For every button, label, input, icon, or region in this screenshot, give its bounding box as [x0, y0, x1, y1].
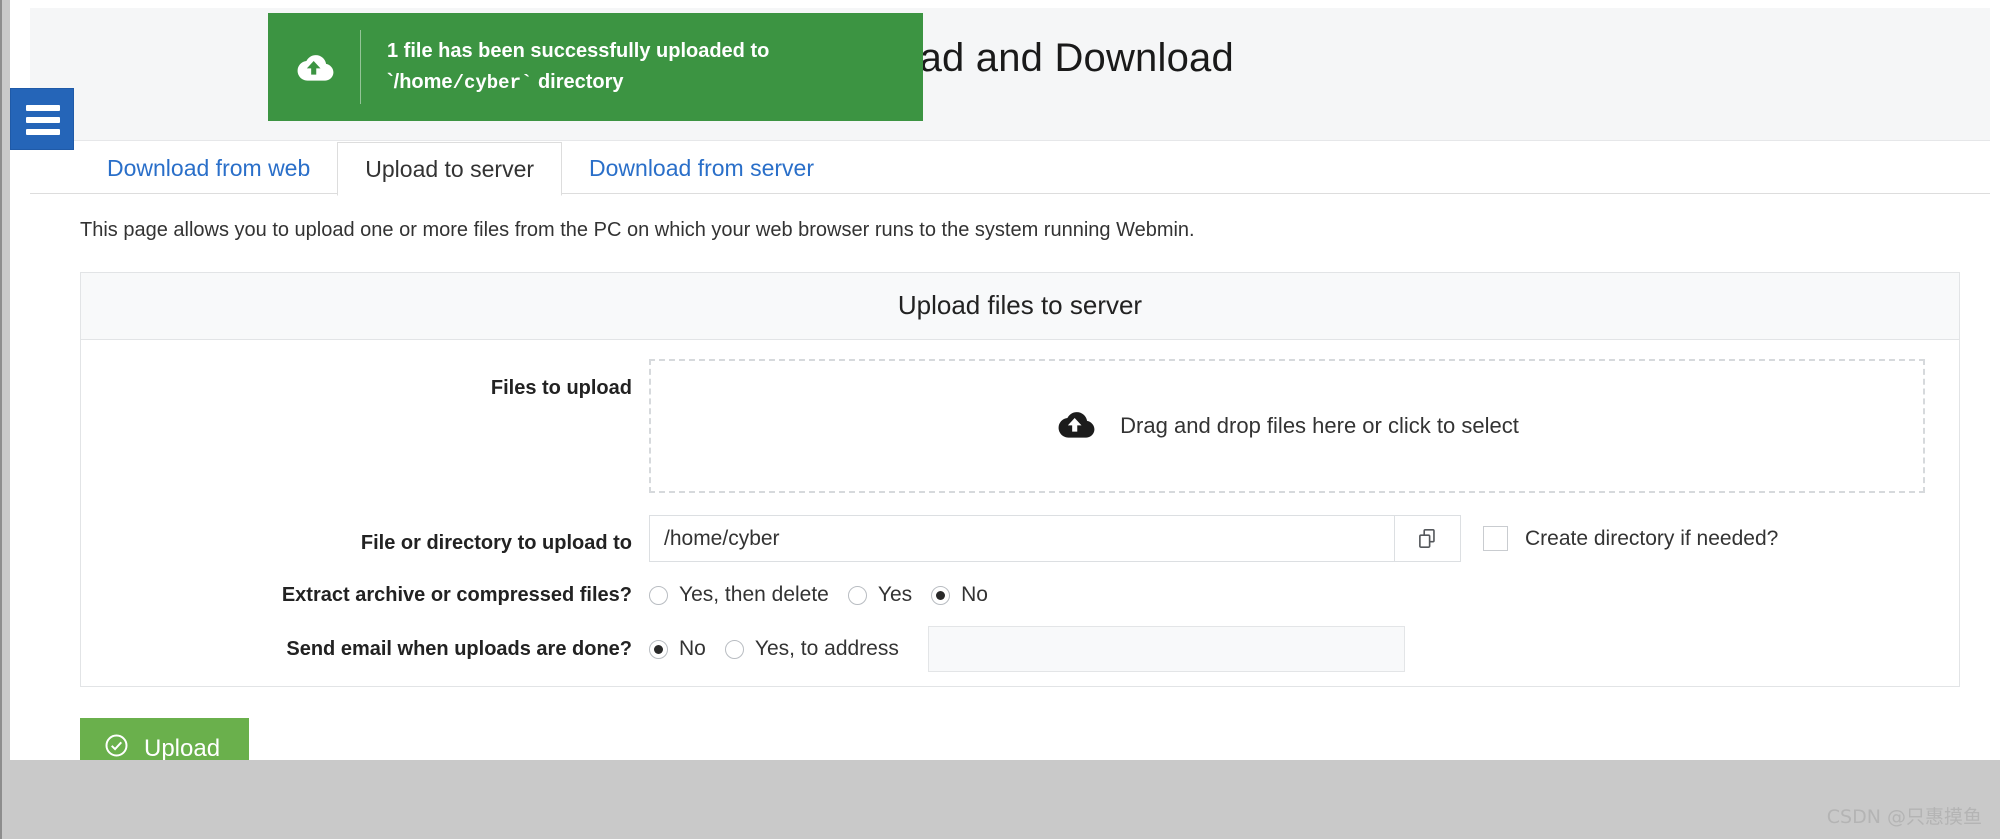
- radio-send-email-no[interactable]: [649, 639, 668, 659]
- create-directory-label: Create directory if needed?: [1525, 526, 1779, 550]
- app-frame: Upload and Download Download from web Upl…: [10, 0, 2000, 760]
- file-dropzone[interactable]: Drag and drop files here or click to sel…: [649, 359, 1925, 493]
- success-toast: 1 file has been successfully uploaded to…: [268, 13, 923, 121]
- tab-bar: Download from web Upload to server Downloa…: [30, 141, 1990, 196]
- toast-message-line2: directory: [532, 70, 624, 93]
- path-input-group: Create directory if needed?: [649, 515, 1959, 562]
- email-address-input[interactable]: [927, 626, 1405, 672]
- row-extract-archive: Extract archive or compressed files? Yes…: [81, 562, 1959, 607]
- send-email-radio-group: No Yes, to address: [649, 626, 1959, 672]
- extract-option-no[interactable]: No: [931, 583, 988, 607]
- extract-option-label: Yes, then delete: [679, 583, 829, 606]
- label-files-to-upload: Files to upload: [490, 377, 632, 399]
- cloud-upload-icon: [1055, 409, 1095, 444]
- create-directory-checkbox-wrap[interactable]: Create directory if needed?: [1483, 526, 1778, 551]
- dropzone-label: Drag and drop files here or click to sel…: [1120, 413, 1519, 438]
- send-email-option-label: Yes, to address: [754, 637, 899, 660]
- extract-option-yes-then-delete[interactable]: Yes, then delete: [649, 583, 829, 607]
- toast-message-path: /cyber`: [452, 71, 533, 94]
- send-email-option-label: No: [679, 637, 706, 660]
- radio-send-email-yes[interactable]: [724, 639, 744, 659]
- hamburger-bar: [26, 117, 60, 123]
- file-chooser-icon[interactable]: [1394, 515, 1461, 562]
- tab-upload-to-server[interactable]: Upload to server: [337, 142, 563, 196]
- label-send-email: Send email when uploads are done?: [286, 637, 632, 660]
- row-send-email: Send email when uploads are done? No Yes…: [81, 607, 1959, 672]
- tab-download-from-web[interactable]: Download from web: [80, 142, 337, 196]
- tab-download-from-server[interactable]: Download from server: [562, 142, 841, 196]
- send-email-option-no[interactable]: No: [649, 637, 706, 661]
- panel-body: Files to upload Drag and drop files here…: [81, 340, 1959, 686]
- send-email-option-yes[interactable]: Yes, to address: [724, 637, 899, 661]
- extract-option-yes[interactable]: Yes: [847, 583, 913, 607]
- check-circle-icon: [104, 733, 129, 760]
- row-upload-path: File or directory to upload to /home/cyb…: [81, 493, 1959, 562]
- watermark: CSDN @只惠摸鱼: [1826, 806, 1982, 828]
- create-directory-checkbox[interactable]: [1483, 526, 1508, 551]
- cloud-upload-icon: [268, 52, 360, 82]
- upload-form-panel: Upload files to server Files to upload D…: [80, 272, 1960, 687]
- label-extract-archive: Extract archive or compressed files?: [281, 583, 632, 606]
- upload-path-input[interactable]: [649, 515, 1394, 562]
- dropzone-inner: Drag and drop files here or click to sel…: [1055, 409, 1519, 444]
- toast-message: 1 file has been successfully uploaded to…: [361, 36, 923, 99]
- page-description: This page allows you to upload one or mo…: [80, 219, 1195, 241]
- hamburger-menu-icon[interactable]: [10, 88, 74, 150]
- extract-option-label: Yes: [877, 583, 913, 606]
- radio-extract-yes-then-delete[interactable]: [649, 585, 668, 605]
- left-gutter: [0, 0, 10, 839]
- radio-extract-no[interactable]: [931, 585, 951, 605]
- label-upload-path: File or directory to upload to: [360, 531, 632, 554]
- upload-button-label: Upload: [144, 735, 221, 760]
- extract-option-label: No: [961, 583, 988, 606]
- upload-button[interactable]: Upload: [80, 718, 250, 760]
- extract-radio-group: Yes, then delete Yes No: [649, 583, 1959, 607]
- hamburger-bar: [26, 105, 60, 111]
- hamburger-bar: [26, 129, 60, 135]
- panel-title: Upload files to server: [81, 273, 1959, 340]
- row-files-to-upload: Files to upload Drag and drop files here…: [81, 340, 1959, 493]
- radio-extract-yes[interactable]: [847, 585, 867, 605]
